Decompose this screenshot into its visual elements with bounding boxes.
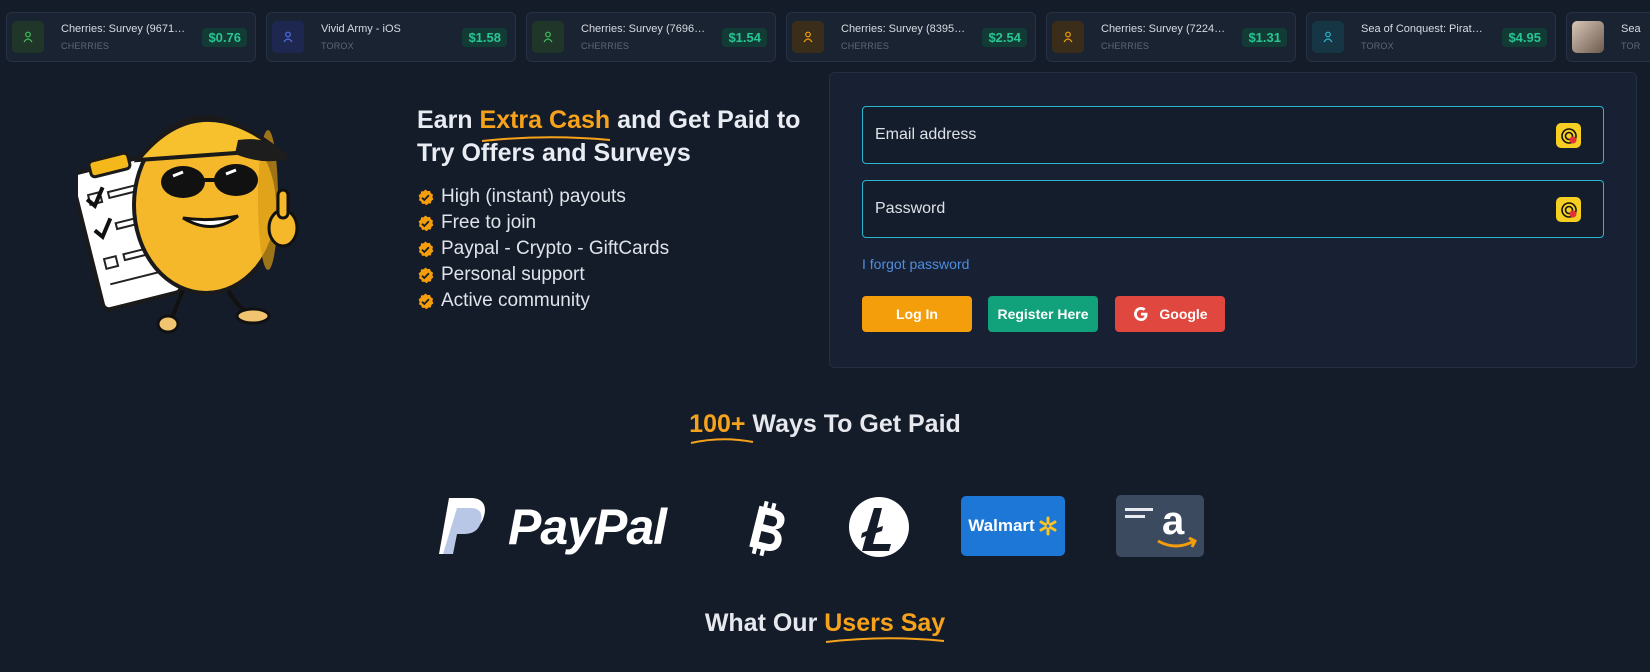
password-manager-icon[interactable] [1556, 123, 1581, 148]
paypal-wordmark: PayPal [508, 499, 667, 555]
amazon-smile-icon [1157, 537, 1198, 548]
check-badge-icon [418, 267, 434, 283]
feature-item: Paypal - Crypto - GiftCards [417, 236, 817, 262]
check-badge-icon [418, 241, 434, 257]
offer-card[interactable]: Cherries: Survey (96714... CHERRIES $0.76 [6, 12, 256, 62]
feature-item: Personal support [417, 262, 817, 288]
feature-item: High (instant) payouts [417, 184, 817, 210]
offer-card[interactable]: Sea of Conquest: Pirate ... TOROX $4.95 [1306, 12, 1556, 62]
hero-title-accent: Extra Cash [480, 104, 610, 142]
offer-title: Cherries: Survey (96714... [61, 23, 186, 35]
users-say-heading: What Our Users Say [0, 609, 1650, 643]
amazon-giftcard-logo: a [1116, 495, 1204, 557]
user-icon [792, 21, 824, 53]
users-say-accent: Users Say [824, 609, 945, 643]
offer-card[interactable]: Cherries: Survey (76968... CHERRIES $1.54 [526, 12, 776, 62]
offer-title: Vivid Army - iOS [321, 23, 401, 35]
ways-accent: 100+ [689, 410, 754, 444]
offer-price: $0.76 [202, 28, 247, 47]
google-button-label: Google [1159, 306, 1208, 322]
feature-label: Active community [441, 290, 590, 311]
google-icon [1134, 307, 1148, 321]
password-manager-icon[interactable] [1556, 197, 1581, 222]
login-panel: I forgot password Log In Register Here G… [829, 72, 1637, 368]
login-button[interactable]: Log In [862, 296, 972, 332]
offer-price: $1.54 [722, 28, 767, 47]
hero-title: Earn Extra Cash and Get Paid to Try Offe… [417, 104, 801, 167]
offer-card[interactable]: Cherries: Survey (83955... CHERRIES $2.54 [786, 12, 1036, 62]
check-badge-icon [418, 189, 434, 205]
feature-list: High (instant) payouts Free to join Paypal… [417, 184, 817, 314]
user-icon [532, 21, 564, 53]
offer-price: $1.58 [462, 28, 507, 47]
walmart-logo: Walmart [961, 496, 1065, 556]
check-badge-icon [418, 215, 434, 231]
user-icon [1052, 21, 1084, 53]
offer-provider: TOR [1621, 41, 1641, 51]
offer-info: Sea TOR [1621, 23, 1650, 51]
offer-card[interactable]: Vivid Army - iOS TOROX $1.58 [266, 12, 516, 62]
offer-title: Cherries: Survey (83955... [841, 23, 966, 35]
offer-card[interactable]: Cherries: Survey (72240... CHERRIES $1.31 [1046, 12, 1296, 62]
offer-price: $1.31 [1242, 28, 1287, 47]
password-field[interactable] [862, 180, 1604, 238]
mascot-illustration [78, 115, 299, 334]
feature-label: Personal support [441, 264, 585, 285]
password-input[interactable] [863, 200, 1543, 218]
offer-title: Sea [1621, 23, 1641, 35]
walmart-spark-icon [1039, 516, 1057, 536]
offer-price: $4.95 [1502, 28, 1547, 47]
offer-title: Cherries: Survey (76968... [581, 23, 706, 35]
offer-ticker: Cherries: Survey (96714... CHERRIES $0.76 V… [6, 12, 1650, 62]
feature-label: Paypal - Crypto - GiftCards [441, 238, 670, 259]
paypal-logo-icon [439, 498, 485, 554]
offer-title: Cherries: Survey (72240... [1101, 23, 1226, 35]
feature-item: Active community [417, 288, 817, 314]
forgot-password-link[interactable]: I forgot password [862, 256, 969, 272]
user-icon [272, 21, 304, 53]
offer-photo-avatar [1572, 21, 1604, 53]
feature-label: Free to join [441, 212, 537, 233]
offer-price: $2.54 [982, 28, 1027, 47]
offer-card[interactable]: Sea TOR [1566, 12, 1650, 62]
hero-section: Earn Extra Cash and Get Paid to Try Offe… [417, 104, 817, 314]
offer-title: Sea of Conquest: Pirate ... [1361, 23, 1486, 35]
bitcoin-icon [749, 500, 785, 557]
payment-methods: PayPal Walmart a [0, 494, 1650, 558]
feature-label: High (instant) payouts [441, 186, 626, 207]
feature-item: Free to join [417, 210, 817, 236]
email-input[interactable] [863, 126, 1543, 144]
check-badge-icon [418, 293, 434, 309]
google-login-button[interactable]: Google [1115, 296, 1225, 332]
ways-heading: 100+ Ways To Get Paid [0, 410, 1650, 444]
register-button[interactable]: Register Here [988, 296, 1098, 332]
email-field[interactable] [862, 106, 1604, 164]
user-icon [12, 21, 44, 53]
user-icon [1312, 21, 1344, 53]
litecoin-icon [849, 497, 909, 557]
